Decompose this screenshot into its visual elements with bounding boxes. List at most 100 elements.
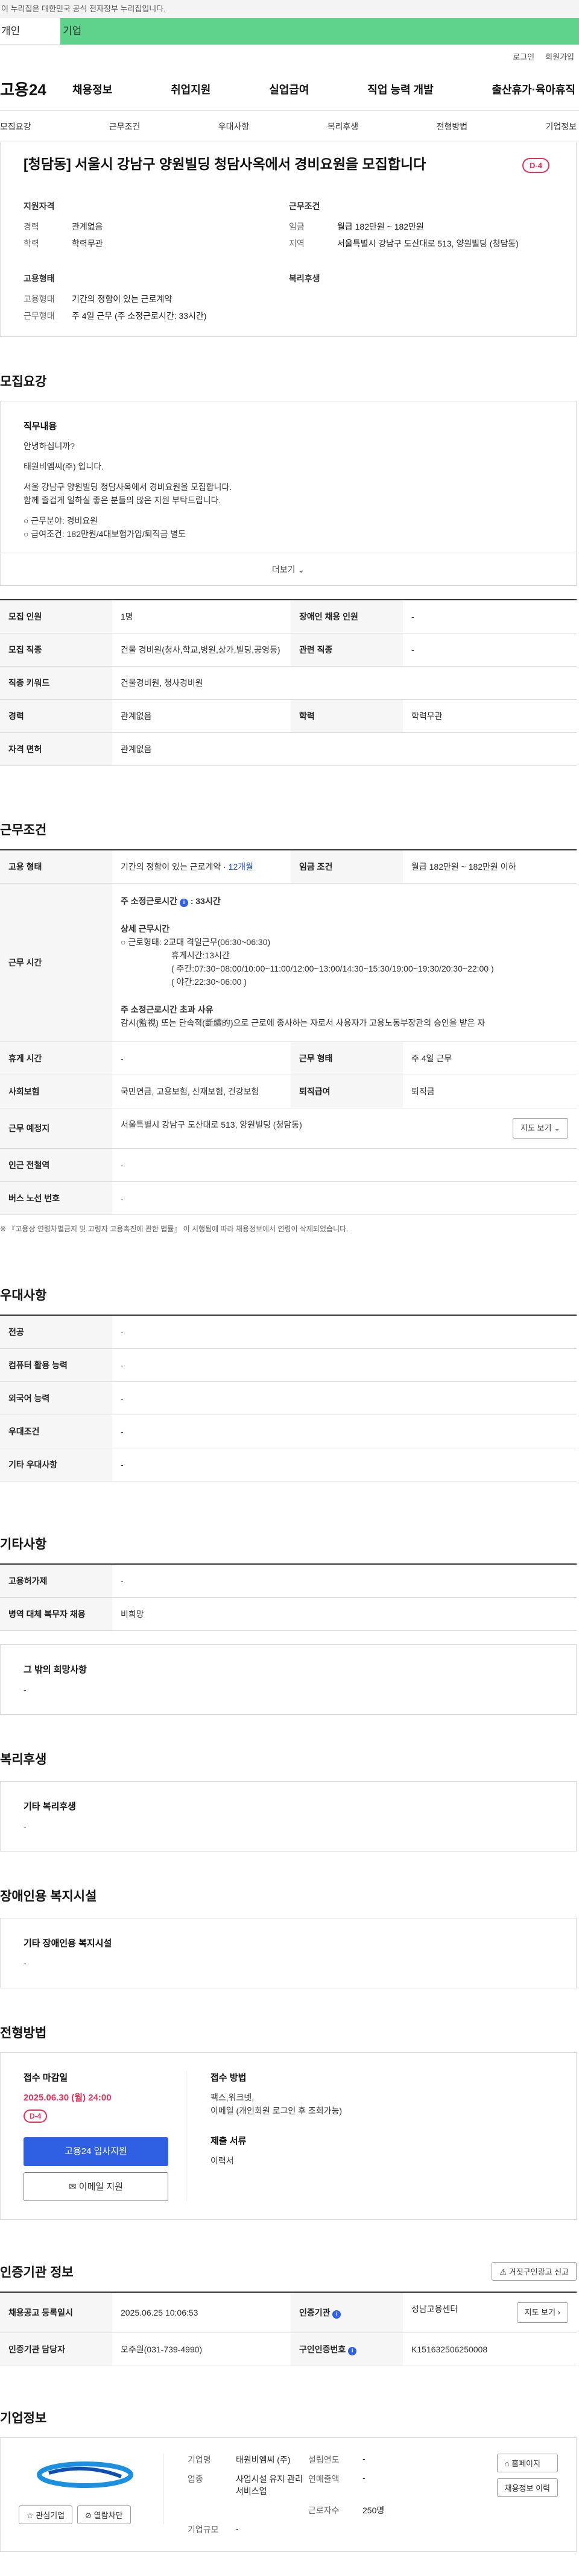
homepage-label: 홈페이지 xyxy=(511,2459,540,2468)
edu-value: 학력무관 xyxy=(72,239,103,248)
anchor-company[interactable]: 기업정보 xyxy=(545,121,577,133)
cell-key: 버스 노선 번호 xyxy=(0,1181,112,1215)
cell-key: 사회보험 xyxy=(0,1075,112,1108)
edu-label: 학력 xyxy=(24,239,39,248)
tab-company[interactable]: 기업 xyxy=(60,18,579,45)
hours-heading: 주 소정근로시간 xyxy=(121,896,178,906)
cell-value: 비희망 xyxy=(112,1597,577,1631)
duty-line: 서울 강남구 양원빌딩 청담사옥에서 경비요원을 모집합니다. xyxy=(24,482,232,492)
etc-title: 기타사항 xyxy=(0,1538,47,1551)
job-summary: 지원자격 경력 관계없음 학력 학력무관 고용형태 고용형태 기간의 정함이 있는 근… xyxy=(24,189,554,324)
anchor-nav: 모집요강 근무조건 우대사항 복리후생 전형방법 기업정보 xyxy=(0,111,579,142)
cell-value: - xyxy=(112,1415,577,1448)
job-title: [청담동] 서울시 강남구 양원빌딩 청담사옥에서 경비요원을 모집합니다 xyxy=(24,156,426,172)
disabled-box-value: - xyxy=(24,1958,27,1968)
more-button[interactable]: 더보기 ⌄ xyxy=(1,553,576,585)
disabled-title: 장애인용 복지시설 xyxy=(0,1890,97,1903)
site-logo[interactable]: 고용24 xyxy=(0,78,72,100)
block-company-button[interactable]: ⊘ 열람차단 xyxy=(77,2505,131,2524)
deadline-value: 2025.06.30 (월) 24:00 xyxy=(24,2093,112,2103)
emp-period-link[interactable]: 12개월 xyxy=(229,862,253,872)
login-link[interactable]: 로그인 xyxy=(513,51,534,62)
cert-org-cell: 성남고용센터 지도 보기 › xyxy=(403,2292,577,2333)
star-icon: ☆ xyxy=(27,2511,34,2520)
cell-key: 병역 대체 복무자 채용 xyxy=(0,1597,112,1631)
place-cell: 서울특별시 강남구 도산대로 513, 양원빌딩 (청담동) 지도 보기 ⌄ xyxy=(112,1108,577,1149)
cert-map-button[interactable]: 지도 보기 › xyxy=(516,2302,568,2323)
chevron-right-icon: › xyxy=(557,2308,560,2317)
cell-key: 모집 인원 xyxy=(0,600,112,633)
anchor-work[interactable]: 근무조건 xyxy=(109,121,141,133)
info-icon[interactable]: i xyxy=(332,2310,341,2319)
cell-key: 근무 예정지 xyxy=(0,1108,112,1149)
gov-notice-bar: 이 누리집은 대한민국 공식 전자정부 누리집입니다. xyxy=(0,0,579,18)
gnb-item-leave[interactable]: 출산휴가·육아휴직 xyxy=(492,81,575,97)
emptype-value: 기간의 정함이 있는 근로계약 xyxy=(72,294,172,304)
etc-table: 고용허가제 - 병역 대체 복무자 채용 비희망 xyxy=(0,1563,577,1631)
summary-left: 지원자격 경력 관계없음 학력 학력무관 고용형태 고용형태 기간의 정함이 있는 근… xyxy=(24,189,289,324)
cert-no-label: 구인인증번호 xyxy=(299,2345,346,2354)
cell-key: 근무 형태 xyxy=(291,1041,403,1075)
method-value: 이메일 (개인회원 로그인 후 조회가능) xyxy=(210,2106,343,2116)
cell-value: 관계없음 xyxy=(112,699,291,733)
favorite-company-button[interactable]: ☆ 관심기업 xyxy=(19,2505,73,2524)
cert-table: 채용공고 등록일시 2025.06.25 10:06:53 인증기관 i 성남고용센터… xyxy=(0,2292,577,2366)
gnb-item-jobs[interactable]: 채용정보 xyxy=(72,81,112,97)
corp-key: 근로자수 xyxy=(308,2505,340,2515)
hours-cell: 주 소정근로시간 i : 33시간 상세 근무시간 ○ 근로형태: 2교대 격일… xyxy=(112,883,577,1042)
siren-icon: ⚠ xyxy=(499,2267,507,2276)
cell-key: 기타 우대사항 xyxy=(0,1448,112,1481)
company-info-grid: 기업명 태원비엠씨 (주) 설립연도 - 업종 사업시설 유지 관리 서비스업 연매출… xyxy=(188,2454,497,2536)
welfare-title: 복리후생 xyxy=(0,1753,47,1767)
disabled-box-heading: 기타 장애인용 복지시설 xyxy=(24,1938,112,1949)
deadline-heading: 접수 마감일 xyxy=(24,2073,68,2083)
report-button[interactable]: ⚠ 거짓구인광고 신고 xyxy=(492,2262,577,2281)
gnb-item-benefit[interactable]: 실업급여 xyxy=(269,81,309,97)
cell-value: - xyxy=(112,1041,291,1075)
other-wish-box: 그 밖의 희망사항 - xyxy=(0,1644,577,1715)
corp-key: 업종 xyxy=(188,2474,203,2484)
cert-title: 인증기관 정보 xyxy=(0,2265,74,2279)
worktype-label: 근무형태 xyxy=(24,311,55,321)
corp-key: 기업명 xyxy=(188,2455,211,2464)
info-icon[interactable]: i xyxy=(179,899,188,907)
recruit-title: 모집요강 xyxy=(0,375,47,389)
apply-button[interactable]: 고용24 입사지원 xyxy=(24,2137,168,2166)
anchor-pref[interactable]: 우대사항 xyxy=(218,121,250,133)
info-icon[interactable]: i xyxy=(348,2347,357,2355)
company-logo-icon xyxy=(19,2454,151,2496)
area-label: 지역 xyxy=(289,239,305,248)
anchor-apply[interactable]: 전형방법 xyxy=(437,121,468,133)
join-link[interactable]: 회원가입 xyxy=(545,51,574,62)
anchor-welfare[interactable]: 복리후생 xyxy=(327,121,359,133)
cell-value: 관계없음 xyxy=(112,732,577,766)
worktype-value: 주 4일 근무 (주 소정근로시간: 33시간) xyxy=(72,311,207,321)
cell-value: 퇴직금 xyxy=(403,1075,577,1108)
gnb-item-support[interactable]: 취업지원 xyxy=(171,81,210,97)
qual-heading: 지원자격 xyxy=(24,201,55,211)
career-label: 경력 xyxy=(24,222,39,231)
job-history-button[interactable]: 채용정보 이력 xyxy=(496,2478,558,2497)
duty-line: 함께 즐겁게 일하실 좋은 분들의 많은 지원 부탁드립니다. xyxy=(24,495,221,505)
gnb-item-training[interactable]: 직업 능력 개발 xyxy=(367,81,433,97)
cert-map-label: 지도 보기 xyxy=(524,2308,556,2317)
company-logo-area: ☆ 관심기업 ⊘ 열람차단 xyxy=(19,2454,163,2524)
duty-line: ○ 근무분야: 경비요원 xyxy=(24,516,98,526)
anchor-recruit[interactable]: 모집요강 xyxy=(0,121,31,133)
cell-key: 외국어 능력 xyxy=(0,1381,112,1415)
cell-key: 인증기관 담당자 xyxy=(0,2333,112,2366)
cell-value: 1명 xyxy=(112,600,291,633)
wage-value: 월급 182만원 ~ 182만원 xyxy=(337,222,424,231)
company-box: ☆ 관심기업 ⊘ 열람차단 기업명 태원비엠씨 (주) 설립연도 - 업종 사업시설 … xyxy=(0,2437,577,2552)
homepage-button[interactable]: ⌂ 홈페이지 xyxy=(496,2454,558,2472)
cell-key: 채용공고 등록일시 xyxy=(0,2292,112,2333)
cell-key: 인증기관 i xyxy=(291,2292,403,2333)
duty-line: ○ 급여조건: 182만원/4대보험가입/퇴직금 별도 xyxy=(24,529,186,539)
email-apply-button[interactable]: ✉ 이메일 지원 xyxy=(24,2172,168,2201)
tab-personal[interactable]: 개인 xyxy=(0,18,60,45)
mail-icon: ✉ xyxy=(69,2182,77,2192)
corp-value: - xyxy=(362,2473,365,2483)
cell-value: 국민연금, 고용보험, 산재보험, 건강보험 xyxy=(112,1075,291,1108)
wage-label: 임금 xyxy=(289,222,305,231)
map-button[interactable]: 지도 보기 ⌄ xyxy=(513,1118,568,1139)
